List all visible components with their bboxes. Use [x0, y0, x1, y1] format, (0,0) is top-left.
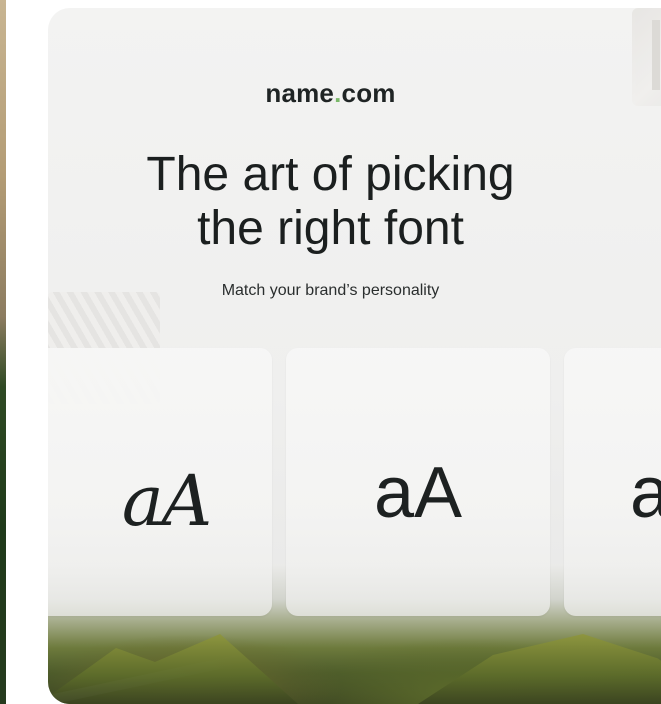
page: name.com The art of picking the right fo…	[0, 0, 661, 704]
mountain-ridge-right	[418, 634, 661, 704]
brand-logo: name.com	[48, 78, 661, 109]
font-sample-card-partial[interactable]: a	[564, 348, 661, 616]
brand-name-part1: name	[265, 78, 335, 108]
font-sample-card-sans[interactable]: aA	[286, 348, 550, 616]
subtitle: Match your brand’s personality	[221, 282, 440, 299]
adjacent-photo-edge	[0, 0, 6, 704]
promo-card[interactable]: name.com The art of picking the right fo…	[48, 8, 661, 704]
page-title: The art of picking the right font	[48, 148, 661, 256]
brand-name-part2: com	[341, 78, 396, 108]
font-sample-glyph: aA	[373, 453, 463, 533]
font-sample-card-serif[interactable]: aA	[48, 348, 272, 616]
font-sample-glyph: aA	[121, 460, 212, 542]
brand-name: name.com	[265, 78, 395, 108]
headline-line-1: The art of picking	[146, 148, 515, 201]
brand-dot: .	[334, 78, 342, 108]
headline-line-2: the right font	[197, 202, 464, 255]
mountain-ridge-left	[48, 634, 298, 704]
font-sample-glyph: a	[630, 453, 661, 533]
